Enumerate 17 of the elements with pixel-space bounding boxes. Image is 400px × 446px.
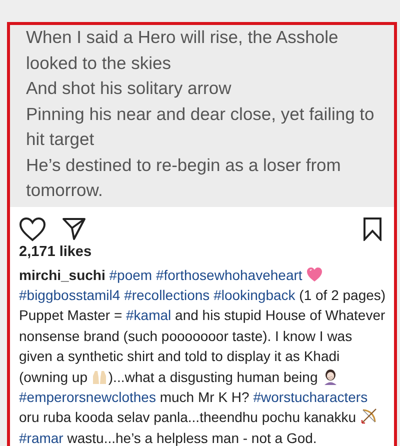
likes-count: 2,171 likes bbox=[18, 242, 93, 262]
bow-and-arrow-icon bbox=[360, 408, 377, 426]
caption-text: mirchi_suchi #poem #forthosewhohaveheart #biggbosstamil4 #recollections #lookingback (1 of 2 pages) Puppet Master = #kamal and his stupid House of Whatever nonsense brand (such pooooooor taste). I know I was given a synthetic shirt and told to display it as Khadi (owning up )...what a disgusting human being #emperorsnewclothes much Mr K H? #worstucharacters oru ruba kooda selav panla...theendhu pochu kanakku #ramar wastu...he’s a helpless man - not a God. bbox=[18, 264, 387, 446]
hashtag-link[interactable]: #lookingback bbox=[214, 286, 296, 303]
like-icon[interactable] bbox=[19, 216, 46, 242]
heart-emoji-icon bbox=[306, 266, 324, 282]
bookmark-icon[interactable] bbox=[363, 216, 382, 240]
hashtag-link[interactable]: #worstucharacters bbox=[253, 388, 368, 405]
hashtag-link[interactable]: #forthosewhohaveheart bbox=[156, 266, 302, 282]
hashtag-link[interactable]: #poem bbox=[109, 266, 152, 282]
hashtag-link[interactable]: #emperorsnewclothes bbox=[19, 388, 156, 405]
hashtag-link[interactable]: #biggbosstamil4 bbox=[19, 286, 120, 303]
hashtag-link[interactable]: #ramar bbox=[19, 430, 64, 446]
hashtag-link[interactable]: #kamal bbox=[126, 307, 172, 324]
post-image: When I said a Hero will rise, the Asshole looked to the skies And shot his solitary arrow Pinning his near and dear close, yet failing to hit target He’s destined to re-begin as a loser from tomorrow. bbox=[10, 25, 394, 206]
share-icon[interactable] bbox=[62, 216, 86, 240]
hashtag-link[interactable]: #recollections bbox=[124, 286, 210, 303]
